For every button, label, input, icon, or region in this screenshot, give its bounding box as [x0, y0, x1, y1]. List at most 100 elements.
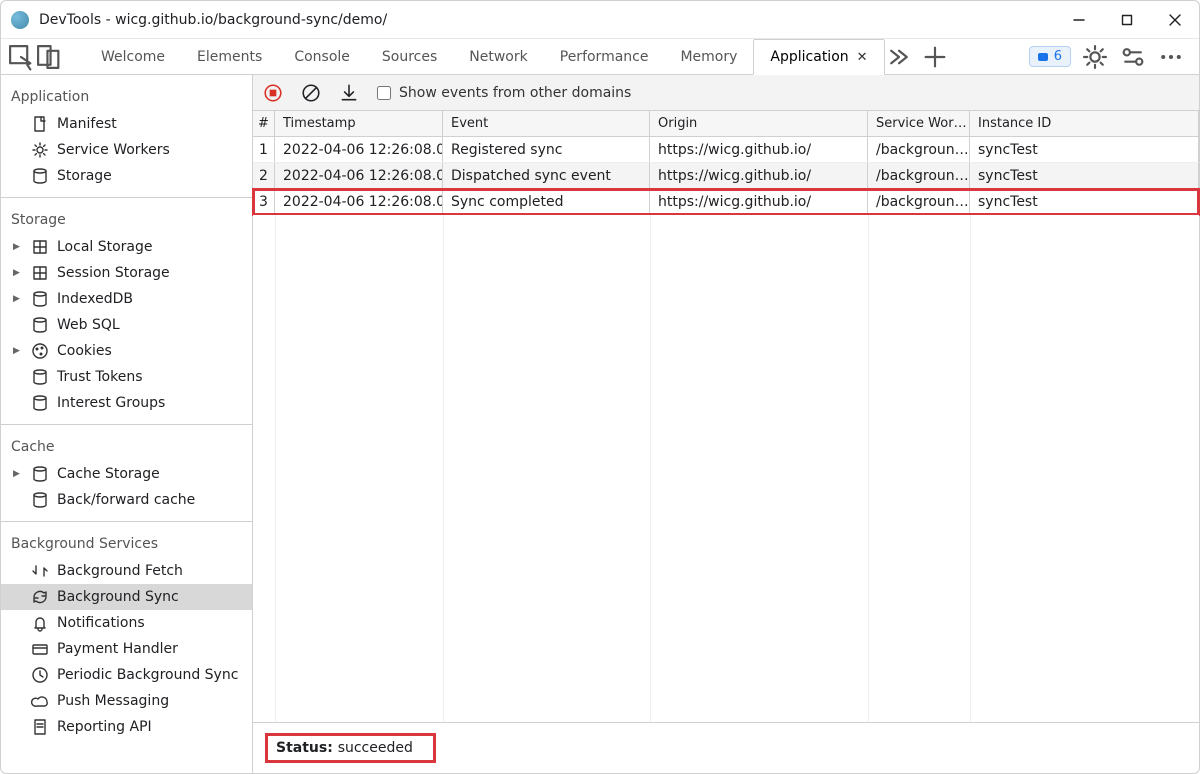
sidebar-item-service-workers[interactable]: Service Workers: [1, 137, 252, 163]
new-tab-icon[interactable]: [921, 43, 949, 71]
tab-label: Console: [294, 49, 350, 65]
table-cell: 3: [253, 189, 275, 214]
tab-welcome[interactable]: Welcome: [85, 39, 181, 74]
col-service-worker[interactable]: Service Wor…: [868, 111, 970, 136]
sidebar-item-reporting-api[interactable]: Reporting API: [1, 714, 252, 740]
sidebar-item-back-forward-cache[interactable]: Back/forward cache: [1, 487, 252, 513]
db-icon: [31, 491, 49, 509]
sidebar-item-manifest[interactable]: Manifest: [1, 111, 252, 137]
db-icon: [31, 368, 49, 386]
device-toggle-icon[interactable]: [35, 43, 63, 71]
expand-icon[interactable]: ▶: [13, 242, 23, 252]
table-row[interactable]: 12022-04-06 12:26:08.0…Registered syncht…: [253, 137, 1199, 163]
cookie-icon: [31, 342, 49, 360]
sidebar-item-label: Notifications: [57, 615, 145, 631]
db-icon: [31, 465, 49, 483]
tab-memory[interactable]: Memory: [664, 39, 753, 74]
db-icon: [31, 316, 49, 334]
tab-application[interactable]: Application✕: [753, 39, 884, 75]
sidebar-item-payment-handler[interactable]: Payment Handler: [1, 636, 252, 662]
sidebar-item-background-fetch[interactable]: Background Fetch: [1, 558, 252, 584]
table-cell: https://wicg.github.io/: [650, 163, 868, 188]
more-tabs-icon[interactable]: [885, 43, 913, 71]
show-other-domains-label: Show events from other domains: [399, 85, 631, 101]
tab-performance[interactable]: Performance: [544, 39, 665, 74]
tab-label: Network: [469, 49, 527, 65]
sidebar-item-notifications[interactable]: Notifications: [1, 610, 252, 636]
tab-console[interactable]: Console: [278, 39, 366, 74]
db-icon: [31, 394, 49, 412]
sidebar-item-indexeddb[interactable]: ▶ IndexedDB: [1, 286, 252, 312]
tab-sources[interactable]: Sources: [366, 39, 453, 74]
settings-icon[interactable]: [1081, 43, 1109, 71]
status-box: Status: succeeded: [265, 733, 436, 763]
record-button[interactable]: [263, 83, 283, 103]
sidebar-item-background-sync[interactable]: Background Sync: [1, 584, 252, 610]
issues-badge[interactable]: 6: [1029, 46, 1071, 67]
tab-label: Performance: [560, 49, 649, 65]
cloud-icon: [31, 692, 49, 710]
table-row[interactable]: 32022-04-06 12:26:08.0…Sync completedhtt…: [253, 189, 1199, 215]
sidebar-item-label: Cookies: [57, 343, 112, 359]
show-other-domains-input[interactable]: [377, 86, 391, 100]
sidebar-item-interest-groups[interactable]: Interest Groups: [1, 390, 252, 416]
expand-icon[interactable]: ▶: [13, 346, 23, 356]
table-row[interactable]: 22022-04-06 12:26:08.0…Dispatched sync e…: [253, 163, 1199, 189]
sidebar-item-label: Trust Tokens: [57, 369, 142, 385]
table-cell: /backgroun…: [868, 189, 970, 214]
window-title: DevTools - wicg.github.io/background-syn…: [39, 12, 1071, 28]
col-timestamp[interactable]: Timestamp: [275, 111, 443, 136]
clock-icon: [31, 666, 49, 684]
col-origin[interactable]: Origin: [650, 111, 868, 136]
more-menu-icon[interactable]: [1157, 43, 1185, 71]
close-button[interactable]: [1167, 12, 1183, 28]
customize-icon[interactable]: [1119, 43, 1147, 71]
expand-icon[interactable]: ▶: [13, 469, 23, 479]
sidebar-item-periodic-background-sync[interactable]: Periodic Background Sync: [1, 662, 252, 688]
show-other-domains-checkbox[interactable]: Show events from other domains: [377, 85, 631, 101]
download-button[interactable]: [339, 83, 359, 103]
inspect-icon[interactable]: [7, 43, 35, 71]
sidebar-item-session-storage[interactable]: ▶Session Storage: [1, 260, 252, 286]
events-grid-spacer: [253, 215, 1199, 723]
close-icon[interactable]: ✕: [857, 50, 868, 65]
sidebar-item-label: Background Sync: [57, 589, 179, 605]
tab-label: Elements: [197, 49, 262, 65]
table-cell: Dispatched sync event: [443, 163, 650, 188]
col-instance-id[interactable]: Instance ID: [970, 111, 1199, 136]
sidebar-item-label: Cache Storage: [57, 466, 160, 482]
main-panel: Show events from other domains # Timesta…: [253, 75, 1199, 773]
sidebar-item-local-storage[interactable]: ▶Local Storage: [1, 234, 252, 260]
tab-network[interactable]: Network: [453, 39, 543, 74]
gear-icon: [31, 141, 49, 159]
tab-elements[interactable]: Elements: [181, 39, 278, 74]
sidebar-item-label: Push Messaging: [57, 693, 169, 709]
sidebar-item-label: IndexedDB: [57, 291, 133, 307]
table-cell: 2022-04-06 12:26:08.0…: [275, 189, 443, 214]
col-event[interactable]: Event: [443, 111, 650, 136]
sidebar-item-cookies[interactable]: ▶ Cookies: [1, 338, 252, 364]
sidebar-item-label: Interest Groups: [57, 395, 165, 411]
expand-icon[interactable]: ▶: [13, 294, 23, 304]
col-number[interactable]: #: [253, 111, 275, 136]
grid-icon: [31, 238, 49, 256]
events-table-header: # Timestamp Event Origin Service Wor… In…: [253, 111, 1199, 137]
report-icon: [31, 718, 49, 736]
sidebar-item-label: Reporting API: [57, 719, 152, 735]
maximize-button[interactable]: [1119, 12, 1135, 28]
devtools-toolbar: Welcome Elements Console Sources Network Perf…: [1, 39, 1199, 75]
sidebar-item-storage[interactable]: Storage: [1, 163, 252, 189]
sidebar-item-web-sql[interactable]: Web SQL: [1, 312, 252, 338]
sidebar-item-push-messaging[interactable]: Push Messaging: [1, 688, 252, 714]
table-cell: syncTest: [970, 137, 1199, 162]
sidebar-item-cache-storage[interactable]: ▶ Cache Storage: [1, 461, 252, 487]
sidebar-heading: Storage: [1, 206, 252, 234]
file-icon: [31, 115, 49, 133]
app-icon: [11, 11, 29, 29]
window-titlebar: DevTools - wicg.github.io/background-syn…: [1, 1, 1199, 39]
expand-icon[interactable]: ▶: [13, 268, 23, 278]
sidebar-item-trust-tokens[interactable]: Trust Tokens: [1, 364, 252, 390]
clear-button[interactable]: [301, 83, 321, 103]
sidebar-item-label: Manifest: [57, 116, 117, 132]
minimize-button[interactable]: [1071, 12, 1087, 28]
